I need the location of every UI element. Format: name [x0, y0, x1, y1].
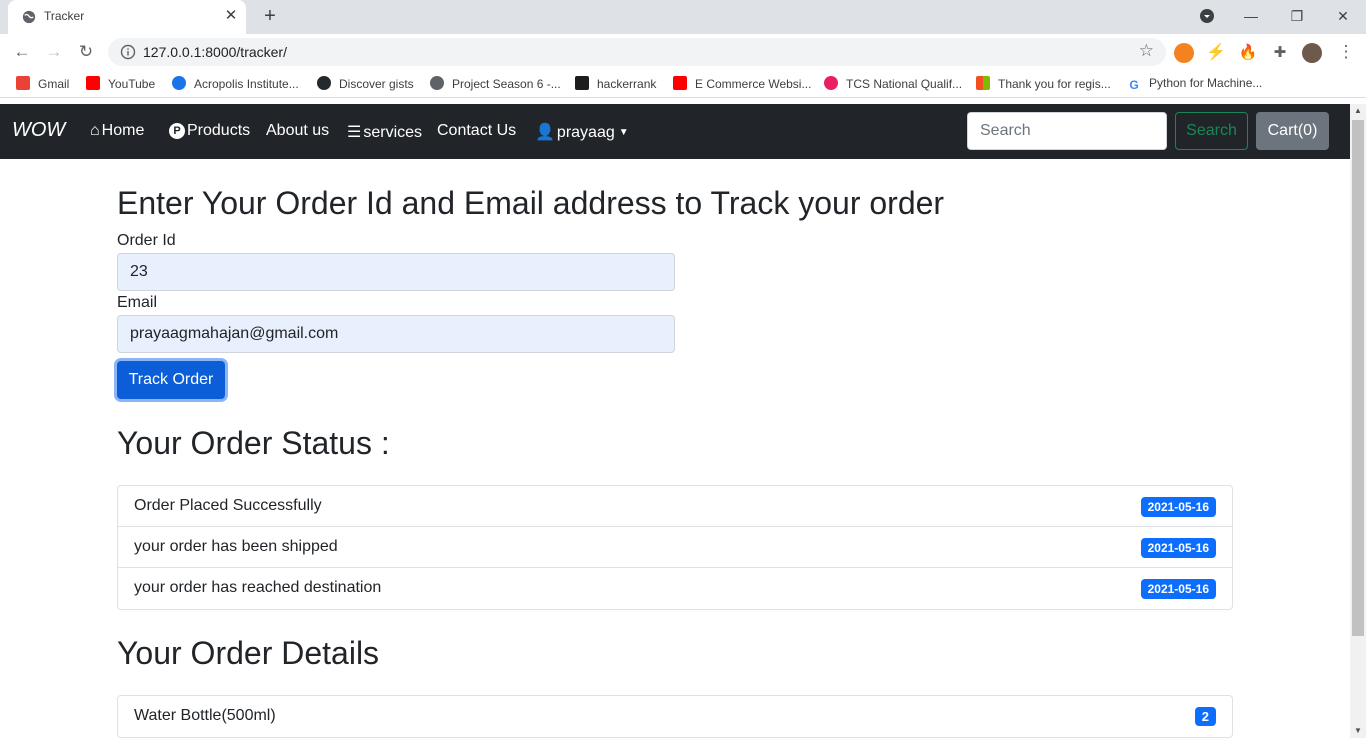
- browser-menu-icon[interactable]: ⋮: [1334, 40, 1358, 64]
- bookmark-tcs[interactable]: TCS National Qualif...: [824, 76, 962, 92]
- youtube-icon: [673, 76, 687, 90]
- forward-icon[interactable]: →: [42, 40, 66, 64]
- nav-user-dropdown[interactable]: 👤 prayaag ▼: [535, 122, 629, 142]
- browser-tab[interactable]: Tracker ✕: [8, 0, 246, 34]
- globe-icon: [430, 76, 444, 90]
- user-icon: 👤: [535, 124, 555, 141]
- search-button[interactable]: Search: [1175, 112, 1248, 150]
- home-icon: ⌂: [90, 122, 100, 139]
- scroll-down-icon[interactable]: ▼: [1354, 726, 1362, 735]
- globe-icon: [22, 10, 36, 24]
- list-item: your order has been shipped 2021-05-16: [118, 527, 1232, 568]
- track-order-button[interactable]: Track Order: [117, 361, 225, 399]
- github-icon: [317, 76, 331, 90]
- profile-menu-icon[interactable]: [1193, 4, 1221, 28]
- profile-avatar[interactable]: [1302, 43, 1322, 63]
- nav-services[interactable]: ☰ services: [347, 122, 422, 142]
- hackerrank-icon: [575, 76, 589, 90]
- minimize-icon[interactable]: —: [1237, 4, 1265, 28]
- address-bar[interactable]: 127.0.0.1:8000/tracker/ ☆: [108, 38, 1166, 66]
- nav-products[interactable]: P Products: [169, 122, 250, 140]
- new-tab-icon[interactable]: +: [258, 5, 282, 29]
- bookmark-ecommerce[interactable]: E Commerce Websi...: [673, 76, 811, 92]
- bookmark-project-season[interactable]: Project Season 6 -...: [430, 76, 561, 92]
- nav-home[interactable]: ⌂ Home: [90, 122, 144, 140]
- nav-about[interactable]: About us: [266, 122, 329, 140]
- bookmark-python-ml[interactable]: G Python for Machine...: [1127, 76, 1262, 92]
- url-text: 127.0.0.1:8000/tracker/: [143, 44, 287, 60]
- extension-fire-icon[interactable]: 🔥: [1238, 43, 1258, 63]
- reload-icon[interactable]: ↻: [74, 40, 98, 64]
- scroll-up-icon[interactable]: ▲: [1354, 106, 1362, 115]
- restore-icon[interactable]: ❐: [1283, 4, 1311, 28]
- info-icon[interactable]: [120, 44, 136, 60]
- email-input[interactable]: prayaagmahajan@gmail.com: [117, 315, 675, 353]
- order-id-label: Order Id: [117, 232, 176, 249]
- order-status-heading: Your Order Status :: [117, 425, 390, 461]
- extensions-puzzle-icon[interactable]: ✚: [1270, 43, 1290, 63]
- bookmark-microsoft[interactable]: Thank you for regis...: [976, 76, 1111, 92]
- microsoft-icon: [976, 76, 990, 90]
- bookmark-gmail[interactable]: Gmail: [16, 76, 69, 92]
- google-icon: G: [1127, 78, 1141, 92]
- status-date-badge: 2021-05-16: [1140, 579, 1216, 599]
- caret-down-icon: ▼: [618, 127, 629, 138]
- search-input[interactable]: [967, 112, 1167, 150]
- back-icon[interactable]: ←: [10, 40, 34, 64]
- email-label: Email: [117, 294, 158, 311]
- order-details-list: Water Bottle(500ml) 2: [117, 695, 1233, 738]
- tab-title: Tracker: [44, 9, 85, 23]
- bookmarks-bar: Gmail YouTube Acropolis Institute... Dis…: [0, 70, 1366, 98]
- services-icon: ☰: [347, 124, 362, 141]
- acropolis-icon: [172, 76, 186, 90]
- scroll-thumb[interactable]: [1352, 120, 1364, 636]
- tcs-icon: [824, 76, 838, 90]
- browser-tab-bar: Tracker ✕ + — ❐ ✕: [0, 0, 1366, 34]
- bookmark-acropolis[interactable]: Acropolis Institute...: [172, 76, 299, 92]
- list-item: Water Bottle(500ml) 2: [118, 696, 1232, 737]
- nav-contact[interactable]: Contact Us: [437, 122, 516, 140]
- bookmark-youtube[interactable]: YouTube: [86, 76, 155, 92]
- list-item: your order has reached destination 2021-…: [118, 568, 1232, 609]
- bookmark-hackerrank[interactable]: hackerrank: [575, 76, 656, 92]
- status-date-badge: 2021-05-16: [1140, 538, 1216, 558]
- tab-close-icon[interactable]: ✕: [222, 7, 240, 25]
- bookmark-star-icon[interactable]: ☆: [1139, 41, 1154, 61]
- close-window-icon[interactable]: ✕: [1329, 4, 1357, 28]
- gmail-icon: [16, 76, 30, 90]
- status-text: your order has been shipped: [134, 538, 338, 555]
- status-text: Order Placed Successfully: [134, 497, 322, 514]
- bookmark-github-gists[interactable]: Discover gists: [317, 76, 414, 92]
- tracker-heading: Enter Your Order Id and Email address to…: [117, 185, 945, 221]
- order-details-heading: Your Order Details: [117, 635, 380, 671]
- brand-logo[interactable]: WOW: [12, 119, 65, 142]
- extension-lightning-icon[interactable]: ⚡: [1206, 43, 1226, 63]
- list-item: Order Placed Successfully 2021-05-16: [118, 486, 1232, 527]
- order-id-input[interactable]: 23: [117, 253, 675, 291]
- products-icon: P: [169, 123, 185, 139]
- cart-button[interactable]: Cart(0): [1256, 112, 1329, 150]
- status-date-badge: 2021-05-16: [1140, 497, 1216, 517]
- item-quantity-badge: 2: [1194, 707, 1216, 726]
- youtube-icon: [86, 76, 100, 90]
- extension-bolt-icon[interactable]: [1174, 43, 1194, 63]
- item-name: Water Bottle(500ml): [134, 707, 276, 724]
- status-text: your order has reached destination: [134, 579, 382, 596]
- order-status-list: Order Placed Successfully 2021-05-16 you…: [117, 485, 1233, 610]
